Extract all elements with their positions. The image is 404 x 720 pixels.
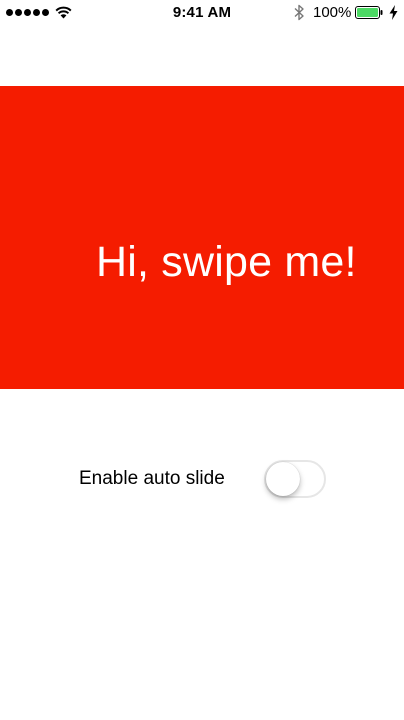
slide-text: Hi, swipe me! xyxy=(96,238,357,286)
status-bar: 9:41 AM 100% xyxy=(0,0,404,26)
bluetooth-icon xyxy=(294,4,304,21)
charging-icon xyxy=(389,5,398,20)
auto-slide-row: Enable auto slide xyxy=(0,458,404,502)
screen: 9:41 AM 100% Hi, swipe me! Enable auto s… xyxy=(0,0,404,720)
switch-knob[interactable] xyxy=(266,462,300,496)
battery-percent: 100% xyxy=(313,4,352,21)
auto-slide-switch[interactable] xyxy=(264,460,326,498)
auto-slide-label: Enable auto slide xyxy=(79,468,225,489)
swipe-slide[interactable]: Hi, swipe me! xyxy=(0,86,404,389)
battery-icon xyxy=(355,6,383,19)
